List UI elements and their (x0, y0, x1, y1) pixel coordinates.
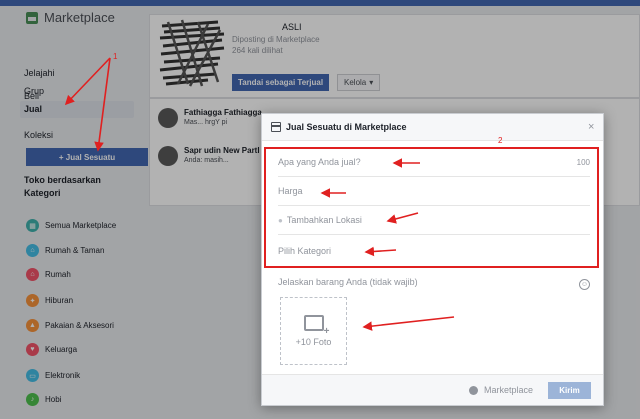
annotation-arrows (64, 57, 455, 331)
annotation-arrow (386, 212, 419, 224)
annotation-arrow (94, 57, 111, 152)
annotation-arrow (364, 246, 397, 257)
annotation-arrow (64, 57, 111, 106)
annotation-arrow (362, 316, 455, 331)
